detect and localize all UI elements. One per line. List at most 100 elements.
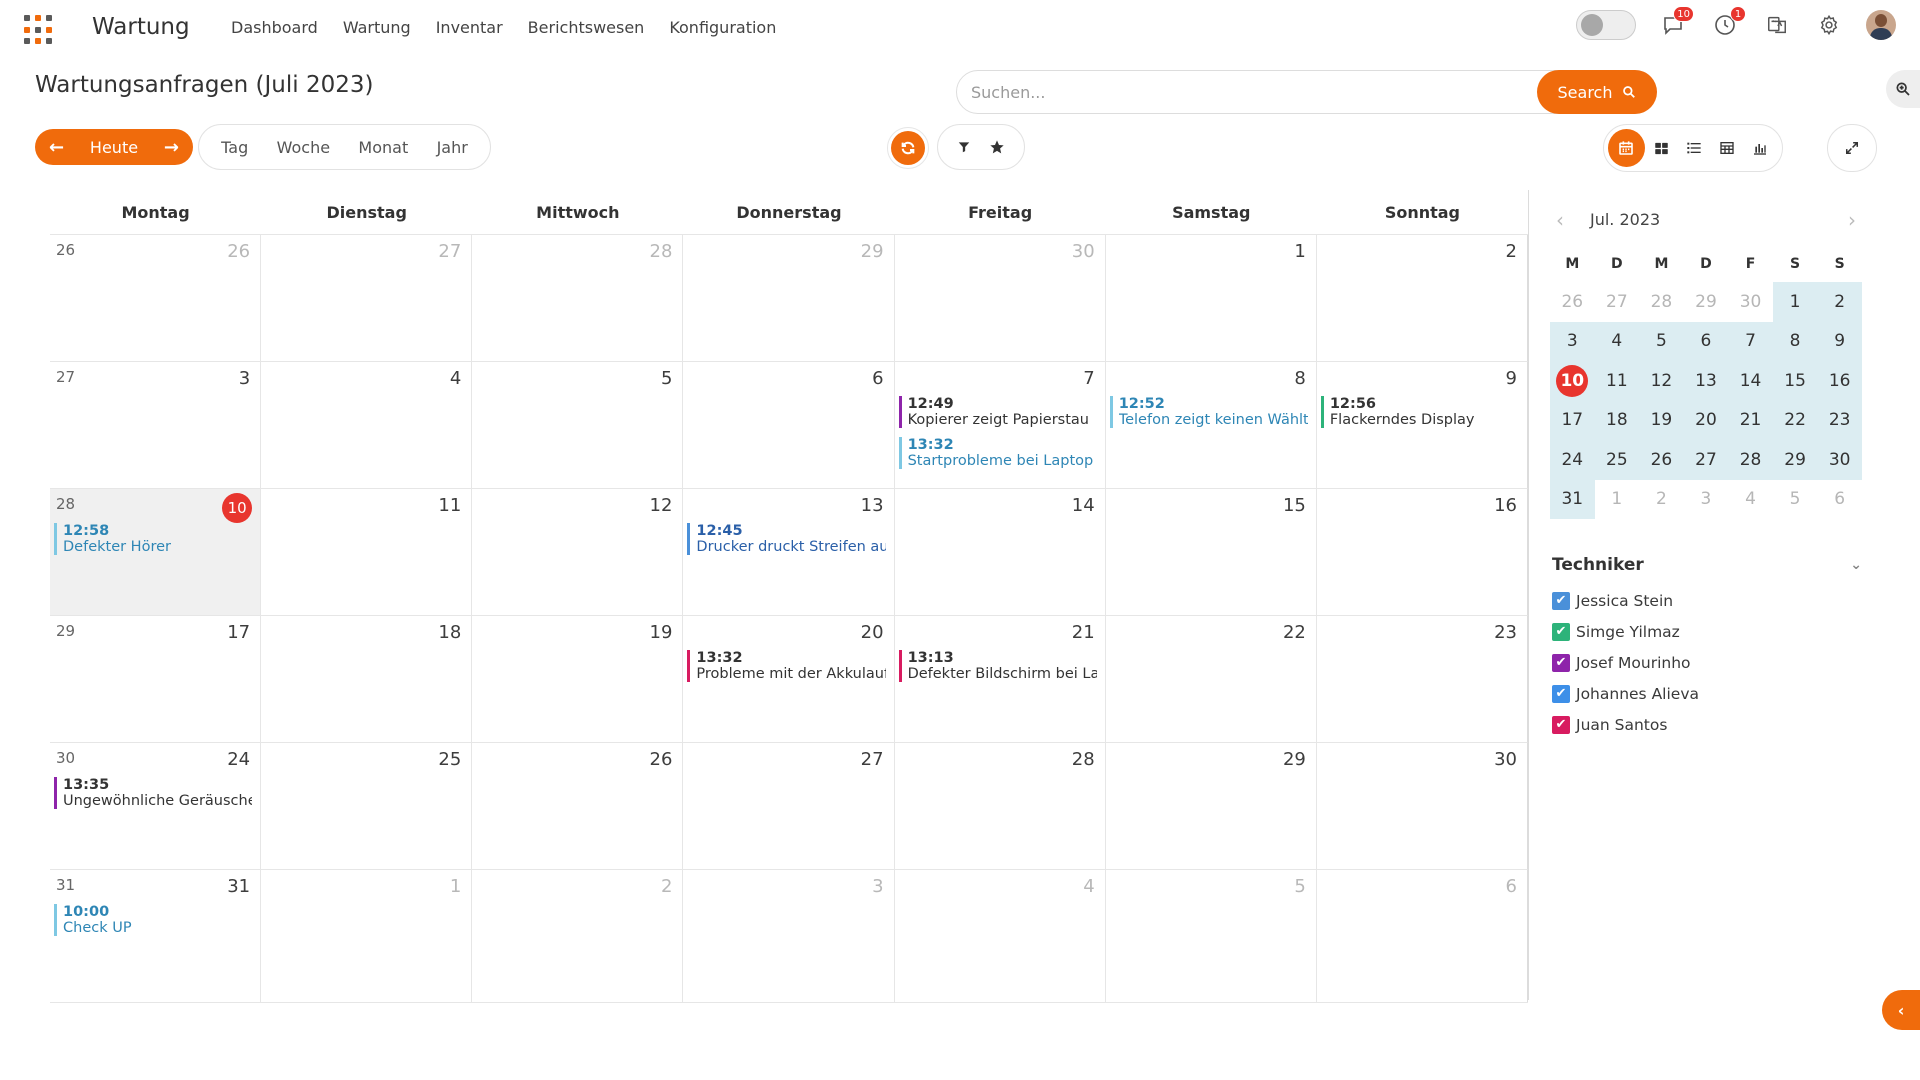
calendar-day-cell[interactable]: 1 bbox=[1105, 235, 1317, 362]
mini-day[interactable]: 26 bbox=[1550, 282, 1595, 322]
calendar-day-cell[interactable]: 30 24 13:35 Ungewöhnliche Geräusche bbox=[50, 743, 262, 870]
zoom-search-tab[interactable] bbox=[1886, 70, 1920, 108]
calendar-event[interactable]: 12:56 Flackerndes Display bbox=[1320, 396, 1519, 428]
mini-day[interactable]: 14 bbox=[1728, 361, 1773, 401]
calendar-event[interactable]: 12:45Drucker druckt Streifen auf Papier bbox=[687, 523, 886, 555]
checkbox-icon[interactable]: ✔ bbox=[1552, 684, 1570, 703]
prev-arrow-icon[interactable]: ← bbox=[49, 137, 64, 158]
technician-filter-item[interactable]: ✔ Josef Mourinho bbox=[1552, 647, 1699, 678]
mini-day[interactable]: 31 bbox=[1550, 479, 1595, 519]
calendar-day-cell[interactable]: 20 13:32Probleme mit der Akkulaufzeit bbox=[683, 616, 895, 743]
range-day[interactable]: Tag bbox=[221, 138, 248, 157]
mini-day[interactable]: 29 bbox=[1772, 440, 1818, 480]
list-view-icon[interactable] bbox=[1678, 131, 1711, 165]
refresh-button[interactable] bbox=[887, 127, 929, 169]
calendar-day-cell[interactable]: 6 bbox=[1317, 870, 1528, 1002]
calendar-day-cell[interactable]: 28 bbox=[472, 235, 684, 362]
mini-day[interactable]: 1 bbox=[1595, 480, 1640, 520]
range-week[interactable]: Woche bbox=[277, 138, 330, 157]
mini-day[interactable]: 6 bbox=[1683, 321, 1729, 361]
mini-day[interactable]: 20 bbox=[1683, 400, 1729, 440]
mini-day[interactable]: 7 bbox=[1728, 321, 1773, 361]
calendar-event[interactable]: 13:32Probleme mit der Akkulaufzeit bbox=[687, 650, 886, 682]
calendar-day-cell[interactable]: 26 bbox=[472, 743, 684, 870]
messages-icon[interactable]: 10 bbox=[1658, 6, 1694, 40]
apps-grid-icon[interactable] bbox=[24, 15, 56, 45]
calendar-day-cell[interactable]: 4 bbox=[895, 870, 1106, 1002]
mini-day[interactable]: 11 bbox=[1594, 361, 1640, 401]
mini-day[interactable]: 8 bbox=[1772, 321, 1818, 361]
calendar-day-cell[interactable]: 12 bbox=[472, 489, 684, 616]
mini-day[interactable]: 3 bbox=[1550, 321, 1595, 361]
mini-day[interactable]: 15 bbox=[1772, 361, 1818, 401]
nav-item-konfiguration[interactable]: Konfiguration bbox=[669, 18, 776, 37]
mini-day[interactable]: 23 bbox=[1817, 400, 1862, 440]
technician-filter-item[interactable]: ✔ Johannes Alieva bbox=[1552, 678, 1699, 709]
calendar-event[interactable]: 10:00 Check UP bbox=[54, 904, 252, 936]
calendar-day-cell[interactable]: 9 12:56 Flackerndes Display bbox=[1316, 362, 1528, 489]
calendar-day-cell[interactable]: 28 bbox=[894, 743, 1106, 870]
calendar-day-cell[interactable]: 5 bbox=[1106, 870, 1317, 1002]
language-icon[interactable] bbox=[1762, 10, 1792, 40]
calendar-day-cell[interactable]: 14 bbox=[894, 489, 1106, 616]
filter-icon[interactable] bbox=[957, 140, 971, 154]
mini-day[interactable]: 6 bbox=[1817, 480, 1862, 520]
calendar-day-cell[interactable]: 16 bbox=[1316, 489, 1528, 616]
calendar-day-cell[interactable]: 8 12:52 Telefon zeigt keinen Wählton bbox=[1105, 362, 1317, 489]
chevron-down-icon[interactable]: ⌄ bbox=[1850, 557, 1862, 573]
fullscreen-button[interactable] bbox=[1827, 124, 1877, 172]
checkbox-icon[interactable]: ✔ bbox=[1552, 622, 1570, 641]
calendar-view-icon[interactable] bbox=[1608, 129, 1645, 167]
calendar-day-cell[interactable]: 2 bbox=[1316, 235, 1528, 362]
mini-day[interactable]: 30 bbox=[1728, 282, 1773, 322]
calendar-day-cell[interactable]: 4 bbox=[261, 362, 473, 489]
range-year[interactable]: Jahr bbox=[437, 138, 468, 157]
mini-prev-chevron-icon[interactable]: ‹ bbox=[1556, 208, 1564, 232]
mini-day[interactable]: 27 bbox=[1683, 440, 1729, 480]
calendar-day-cell[interactable]: 31 31 10:00 Check UP bbox=[50, 870, 262, 1002]
app-title[interactable]: Wartung bbox=[92, 14, 190, 40]
calendar-event[interactable]: 13:35 Ungewöhnliche Geräusche bbox=[54, 777, 252, 809]
nav-item-berichtswesen[interactable]: Berichtswesen bbox=[528, 18, 645, 37]
calendar-day-cell[interactable]: 28 10 12:58 Defekter Hörer bbox=[50, 489, 262, 616]
mini-day[interactable]: 19 bbox=[1639, 400, 1684, 440]
calendar-day-cell[interactable]: 7 12:49 Kopierer zeigt Papierstau 13:32 Star… bbox=[894, 362, 1106, 489]
calendar-day-cell[interactable]: 1 bbox=[261, 870, 473, 1002]
mini-day[interactable]: 24 bbox=[1550, 440, 1595, 480]
calendar-event[interactable]: 12:52 Telefon zeigt keinen Wählton bbox=[1109, 396, 1308, 428]
nav-item-inventar[interactable]: Inventar bbox=[436, 18, 503, 37]
technicians-header[interactable]: Techniker ⌄ bbox=[1552, 555, 1862, 575]
mini-day[interactable]: 2 bbox=[1639, 480, 1684, 520]
mini-day[interactable]: 26 bbox=[1639, 440, 1684, 480]
calendar-day-cell[interactable]: 27 3 bbox=[50, 362, 262, 489]
technician-filter-item[interactable]: ✔ Simge Yilmaz bbox=[1552, 616, 1699, 647]
table-view-icon[interactable] bbox=[1710, 131, 1743, 165]
technician-filter-item[interactable]: ✔ Jessica Stein bbox=[1552, 585, 1699, 616]
calendar-day-cell[interactable]: 25 bbox=[261, 743, 473, 870]
calendar-day-cell[interactable]: 3 bbox=[683, 870, 895, 1002]
settings-gear-icon[interactable] bbox=[1814, 10, 1844, 40]
mini-day[interactable]: 13 bbox=[1683, 361, 1729, 401]
mini-day[interactable]: 18 bbox=[1594, 400, 1640, 440]
calendar-event[interactable]: 13:32 Startprobleme bei Laptop bbox=[898, 437, 1097, 469]
calendar-day-cell[interactable]: 5 bbox=[472, 362, 684, 489]
search-button[interactable]: Search bbox=[1537, 70, 1657, 114]
range-month[interactable]: Monat bbox=[358, 138, 408, 157]
mini-day[interactable]: 27 bbox=[1595, 282, 1640, 322]
today-button[interactable]: Heute bbox=[90, 138, 138, 157]
calendar-day-cell[interactable]: 26 26 bbox=[50, 235, 262, 362]
calendar-day-cell[interactable]: 30 bbox=[894, 235, 1106, 362]
mini-day[interactable]: 5 bbox=[1773, 480, 1818, 520]
collapse-panel-tab[interactable]: ‹ bbox=[1882, 990, 1920, 1030]
mini-day[interactable]: 1 bbox=[1772, 282, 1818, 322]
mini-day[interactable]: 25 bbox=[1594, 440, 1640, 480]
mini-day[interactable]: 4 bbox=[1728, 480, 1773, 520]
mini-day[interactable]: 4 bbox=[1594, 321, 1640, 361]
mini-day[interactable]: 2 bbox=[1817, 282, 1862, 322]
nav-item-dashboard[interactable]: Dashboard bbox=[231, 18, 318, 37]
calendar-day-cell[interactable]: 30 bbox=[1316, 743, 1528, 870]
calendar-event[interactable]: 13:13Defekter Bildschirm bei Laptop bbox=[898, 650, 1097, 682]
mini-next-chevron-icon[interactable]: › bbox=[1848, 208, 1856, 232]
mini-day[interactable]: 29 bbox=[1684, 282, 1729, 322]
checkbox-icon[interactable]: ✔ bbox=[1552, 653, 1570, 672]
